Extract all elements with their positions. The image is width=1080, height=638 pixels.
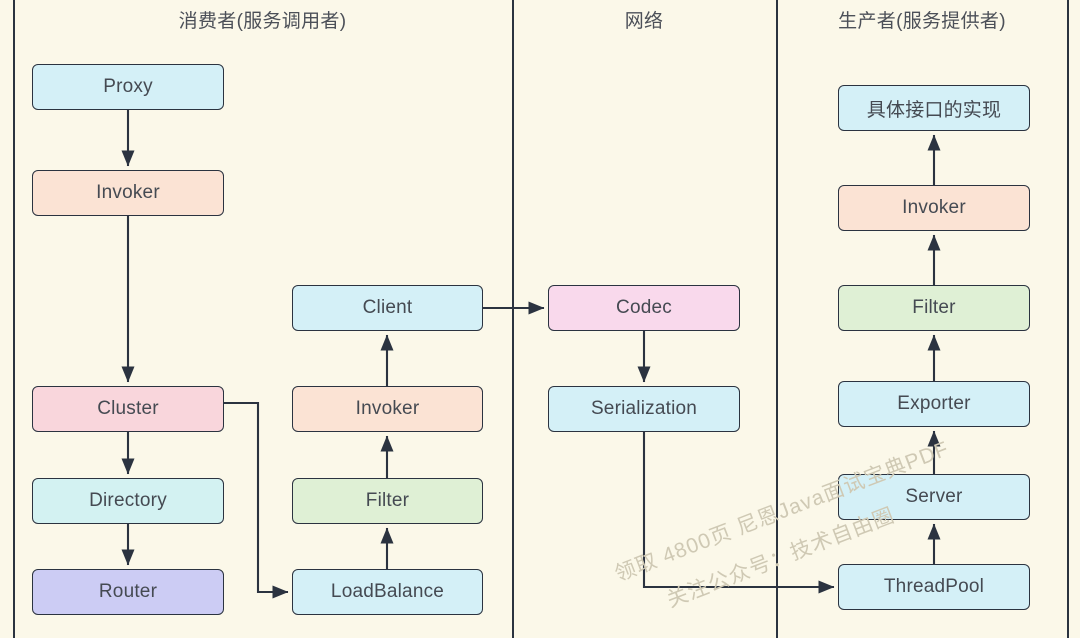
node-threadpool[interactable]: ThreadPool: [838, 564, 1030, 610]
frame-right-border: [1067, 0, 1069, 638]
node-server[interactable]: Server: [838, 474, 1030, 520]
node-serialization[interactable]: Serialization: [548, 386, 740, 432]
node-codec-label: Codec: [616, 297, 672, 318]
frame-left-border: [13, 0, 15, 638]
node-proxy[interactable]: Proxy: [32, 64, 224, 110]
node-provider-invoker[interactable]: Invoker: [838, 185, 1030, 231]
lane-title-provider: 生产者(服务提供者): [838, 11, 1006, 32]
node-loadbalance[interactable]: LoadBalance: [292, 569, 483, 615]
node-directory-label: Directory: [89, 490, 167, 511]
node-threadpool-label: ThreadPool: [883, 576, 985, 597]
lane-divider-network: [512, 0, 514, 638]
node-consumer-filter[interactable]: Filter: [292, 478, 483, 524]
node-consumer-invoker-2[interactable]: Invoker: [292, 386, 483, 432]
lane-divider-provider: [776, 0, 778, 638]
edge-serialization-to-threadpool: [642, 432, 835, 594]
node-cluster-label: Cluster: [97, 398, 159, 419]
edge-cluster-to-loadbalance: [224, 401, 289, 599]
node-loadbalance-label: LoadBalance: [330, 581, 445, 602]
node-exporter[interactable]: Exporter: [838, 381, 1030, 427]
node-codec[interactable]: Codec: [548, 285, 740, 331]
node-server-label: Server: [905, 486, 963, 507]
node-router-label: Router: [98, 581, 158, 602]
dubbo-architecture-diagram: 消费者(服务调用者) 网络 生产者(服务提供者) Proxy Invoker C…: [0, 0, 1080, 638]
node-exporter-label: Exporter: [897, 393, 971, 414]
node-interface-impl-label: 具体接口的实现: [866, 99, 1002, 121]
node-consumer-invoker-2-label: Invoker: [355, 398, 420, 419]
node-router[interactable]: Router: [32, 569, 224, 615]
node-consumer-invoker[interactable]: Invoker: [32, 170, 224, 216]
node-directory[interactable]: Directory: [32, 478, 224, 524]
node-serialization-label: Serialization: [590, 398, 698, 419]
node-proxy-label: Proxy: [103, 76, 153, 97]
node-client[interactable]: Client: [292, 285, 483, 331]
node-consumer-invoker-label: Invoker: [96, 182, 160, 203]
lane-title-consumer: 消费者(服务调用者): [178, 11, 347, 32]
node-cluster[interactable]: Cluster: [32, 386, 224, 432]
node-provider-invoker-label: Invoker: [902, 197, 966, 218]
node-provider-filter[interactable]: Filter: [838, 285, 1030, 331]
node-client-label: Client: [362, 297, 413, 318]
lane-title-network: 网络: [624, 11, 664, 32]
node-consumer-filter-label: Filter: [365, 490, 410, 511]
node-provider-filter-label: Filter: [912, 297, 956, 318]
node-interface-impl[interactable]: 具体接口的实现: [838, 85, 1030, 131]
